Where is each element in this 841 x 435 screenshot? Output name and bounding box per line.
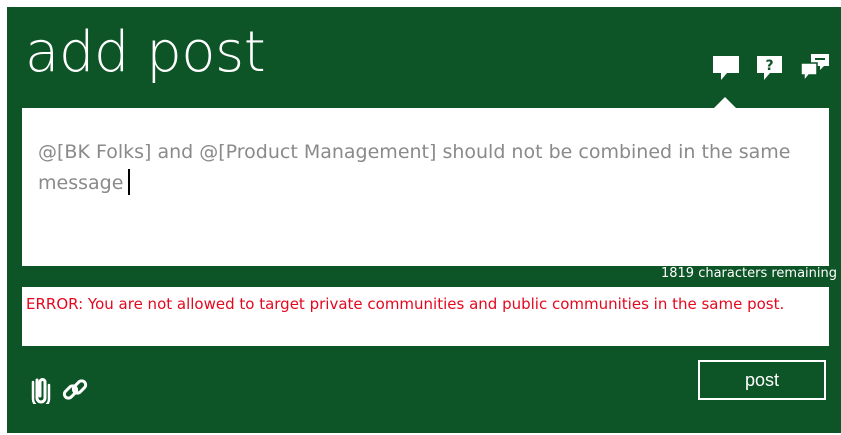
characters-remaining: 1819 characters remaining	[660, 266, 837, 281]
error-message: ERROR: You are not allowed to target pri…	[26, 295, 785, 313]
post-type-selector: ?	[710, 51, 838, 85]
page-title: add post	[25, 20, 266, 85]
question-bubble-icon[interactable]: ?	[754, 51, 788, 85]
announcement-bubble-icon[interactable]	[798, 51, 832, 85]
error-banner: ERROR: You are not allowed to target pri…	[22, 287, 829, 346]
post-button[interactable]: post	[698, 360, 826, 400]
svg-text:?: ?	[765, 58, 773, 74]
text-caret	[128, 169, 131, 195]
message-text: @[BK Folks] and @[Product Management] sh…	[38, 141, 791, 195]
attachment-icon[interactable]	[30, 376, 54, 409]
add-post-panel: add post ? @[BK Folks] and @[Product Man…	[7, 7, 841, 433]
post-composer-textarea[interactable]: @[BK Folks] and @[Product Management] sh…	[22, 108, 829, 266]
speech-bubble-icon[interactable]	[710, 51, 744, 85]
link-icon[interactable]	[61, 376, 89, 409]
